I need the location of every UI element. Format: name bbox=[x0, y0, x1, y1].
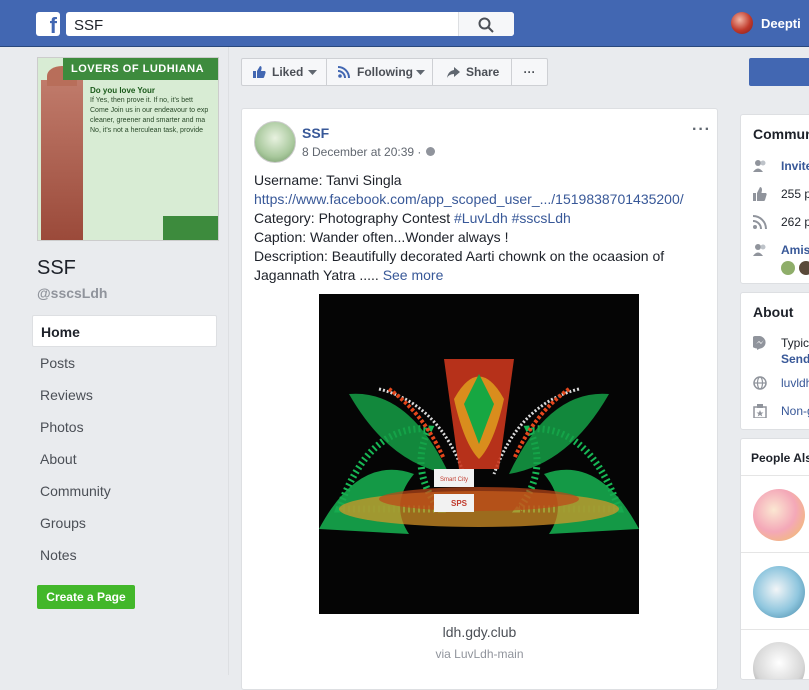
likes-count: 255 p bbox=[781, 187, 809, 201]
user-name[interactable]: Deepti bbox=[761, 16, 801, 31]
cover-banner-text: LOVERS OF LUDHIANA bbox=[63, 58, 218, 80]
category-text: Category: Photography Contest bbox=[254, 210, 455, 226]
avatar[interactable] bbox=[781, 261, 795, 275]
follows-count: 262 p bbox=[781, 215, 809, 229]
nav-item-groups[interactable]: Groups bbox=[32, 507, 217, 539]
search-input[interactable] bbox=[72, 14, 466, 36]
cover-text-block: Do you love Your If Yes, then prove it. … bbox=[90, 86, 208, 136]
community-card: Commun Invite 255 p 262 p Amis bbox=[740, 114, 809, 284]
image-sign-bottom-text: SPS bbox=[451, 499, 468, 508]
liked-label: Liked bbox=[272, 65, 304, 79]
page-sidebar: LOVERS OF LUDHIANA Do you love Your If Y… bbox=[28, 47, 229, 675]
chevron-down-icon bbox=[308, 70, 317, 75]
divider bbox=[741, 475, 809, 476]
suggested-page-avatar[interactable] bbox=[753, 642, 805, 679]
suggested-page-avatar[interactable] bbox=[753, 489, 805, 541]
suggested-page-avatar[interactable] bbox=[753, 566, 805, 618]
community-title[interactable]: Commun bbox=[753, 126, 809, 142]
more-dots-icon: ··· bbox=[523, 65, 536, 79]
post-description-line: Description: Beautifully decorated Aarti… bbox=[254, 247, 709, 285]
nav-item-home[interactable]: Home bbox=[32, 315, 217, 347]
send-message-link[interactable]: Send bbox=[781, 352, 809, 366]
page-nav: Home Posts Reviews Photos About Communit… bbox=[32, 315, 217, 571]
nav-item-notes[interactable]: Notes bbox=[32, 539, 217, 571]
post-username-line: Username: Tanvi Singla bbox=[254, 172, 402, 188]
globe-icon bbox=[753, 376, 767, 390]
rss-icon bbox=[338, 66, 350, 78]
link-domain[interactable]: ldh.gdy.club bbox=[242, 624, 717, 640]
people-icon bbox=[753, 160, 766, 172]
cover-green-box bbox=[163, 216, 218, 240]
link-via[interactable]: via LuvLdh-main bbox=[242, 647, 717, 661]
website-link[interactable]: luvldh bbox=[781, 376, 809, 390]
post-photo[interactable]: Smart City SPS bbox=[319, 294, 639, 614]
avatar[interactable] bbox=[731, 12, 753, 34]
about-card: About Typic Send luvldh Non-g bbox=[740, 292, 809, 430]
nav-item-photos[interactable]: Photos bbox=[32, 411, 217, 443]
cover-line: Do you love Your bbox=[90, 86, 156, 95]
description-text: Description: Beautifully decorated Aarti… bbox=[254, 248, 665, 283]
rss-icon bbox=[753, 215, 767, 229]
post-link[interactable]: https://www.facebook.com/app_scoped_user… bbox=[254, 190, 709, 209]
cover-line: Come Join us in our endeavour to exp bbox=[90, 107, 209, 114]
post-category-line: Category: Photography Contest #LuvLdh #s… bbox=[254, 209, 709, 228]
image-sign-top-text: Smart City bbox=[440, 477, 468, 483]
avatar[interactable] bbox=[799, 261, 809, 275]
clock-tower-graphic bbox=[41, 66, 83, 240]
avatar[interactable] bbox=[254, 121, 296, 163]
create-page-button[interactable]: Create a Page bbox=[37, 585, 135, 609]
cover-line: If Yes, then prove it. If no, it's bett bbox=[90, 97, 193, 104]
following-label: Following bbox=[357, 65, 413, 79]
search-button[interactable] bbox=[458, 12, 514, 36]
facebook-logo-icon[interactable]: f bbox=[36, 12, 60, 36]
post-options-button[interactable]: ··· bbox=[692, 121, 711, 139]
post-author-link[interactable]: SSF bbox=[302, 125, 329, 141]
following-button[interactable]: Following bbox=[326, 58, 433, 86]
primary-cta-button[interactable] bbox=[749, 58, 809, 86]
see-more-link[interactable]: See more bbox=[383, 267, 444, 283]
people-also-title: People Also bbox=[751, 451, 809, 465]
badge-icon bbox=[753, 404, 767, 418]
nav-item-posts[interactable]: Posts bbox=[32, 347, 217, 379]
people-icon bbox=[753, 244, 766, 256]
liked-button[interactable]: Liked bbox=[241, 58, 327, 86]
people-also-like-card: People Also bbox=[740, 438, 809, 680]
share-label: Share bbox=[466, 65, 500, 79]
globe-icon bbox=[426, 147, 435, 156]
page-profile-picture[interactable]: LOVERS OF LUDHIANA Do you love Your If Y… bbox=[37, 57, 219, 241]
page-title[interactable]: SSF bbox=[37, 257, 76, 280]
chevron-down-icon bbox=[416, 70, 425, 75]
category-link[interactable]: Non-g bbox=[781, 404, 809, 418]
about-title[interactable]: About bbox=[753, 304, 793, 320]
cover-line: cleaner, greener and smarter and ma bbox=[90, 117, 206, 124]
more-options-button[interactable]: ··· bbox=[511, 58, 548, 86]
nav-item-about[interactable]: About bbox=[32, 443, 217, 475]
nav-item-community[interactable]: Community bbox=[32, 475, 217, 507]
post-text: Username: Tanvi Singla https://www.faceb… bbox=[254, 171, 709, 285]
top-bar: f Deepti bbox=[0, 0, 809, 47]
friend-name-link[interactable]: Amis bbox=[781, 243, 809, 257]
nav-item-reviews[interactable]: Reviews bbox=[32, 379, 217, 411]
search-bar bbox=[66, 12, 514, 36]
divider bbox=[741, 552, 809, 553]
thumbs-up-icon bbox=[253, 66, 266, 78]
lit-lotus-structure-image: Smart City SPS bbox=[319, 294, 639, 614]
divider bbox=[741, 629, 809, 630]
share-button[interactable]: Share bbox=[432, 58, 512, 86]
response-text: Typic bbox=[781, 336, 809, 350]
thumbs-up-icon bbox=[753, 187, 767, 201]
page-handle[interactable]: @sscsLdh bbox=[37, 285, 107, 301]
search-icon bbox=[478, 17, 494, 33]
messenger-icon bbox=[753, 336, 766, 350]
post-caption-line: Caption: Wander often...Wonder always ! bbox=[254, 229, 509, 245]
cover-line: No, it's not a herculean task, provide bbox=[90, 127, 204, 134]
hashtags-link[interactable]: #LuvLdh #sscsLdh bbox=[454, 210, 571, 226]
post-card: SSF 8 December at 20:39 · ··· Username: … bbox=[241, 108, 718, 690]
invite-link[interactable]: Invite bbox=[781, 159, 809, 173]
share-icon bbox=[447, 67, 460, 78]
post-timestamp[interactable]: 8 December at 20:39 · bbox=[302, 145, 421, 159]
